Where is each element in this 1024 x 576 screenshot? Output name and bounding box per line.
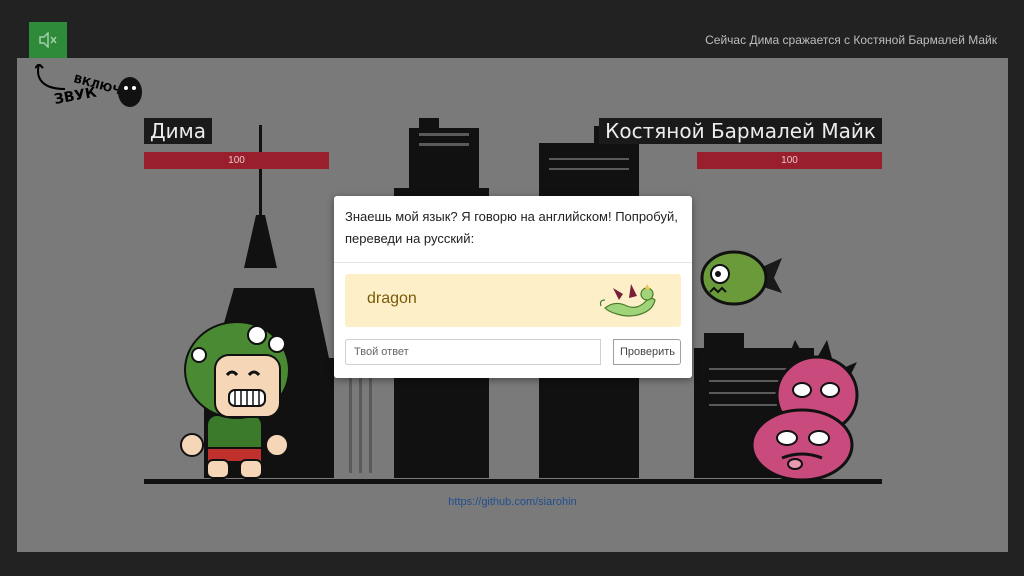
modal-divider <box>334 262 692 263</box>
translation-task-modal: Знаешь мой язык? Я говорю на английском!… <box>334 196 692 378</box>
word-card: dragon <box>345 274 681 327</box>
dragon-illustration <box>599 284 656 317</box>
check-answer-button[interactable]: Проверить <box>613 339 681 365</box>
task-question: Знаешь мой язык? Я говорю на английском!… <box>345 209 678 246</box>
answer-input[interactable] <box>345 339 601 365</box>
task-word: dragon <box>367 290 417 307</box>
